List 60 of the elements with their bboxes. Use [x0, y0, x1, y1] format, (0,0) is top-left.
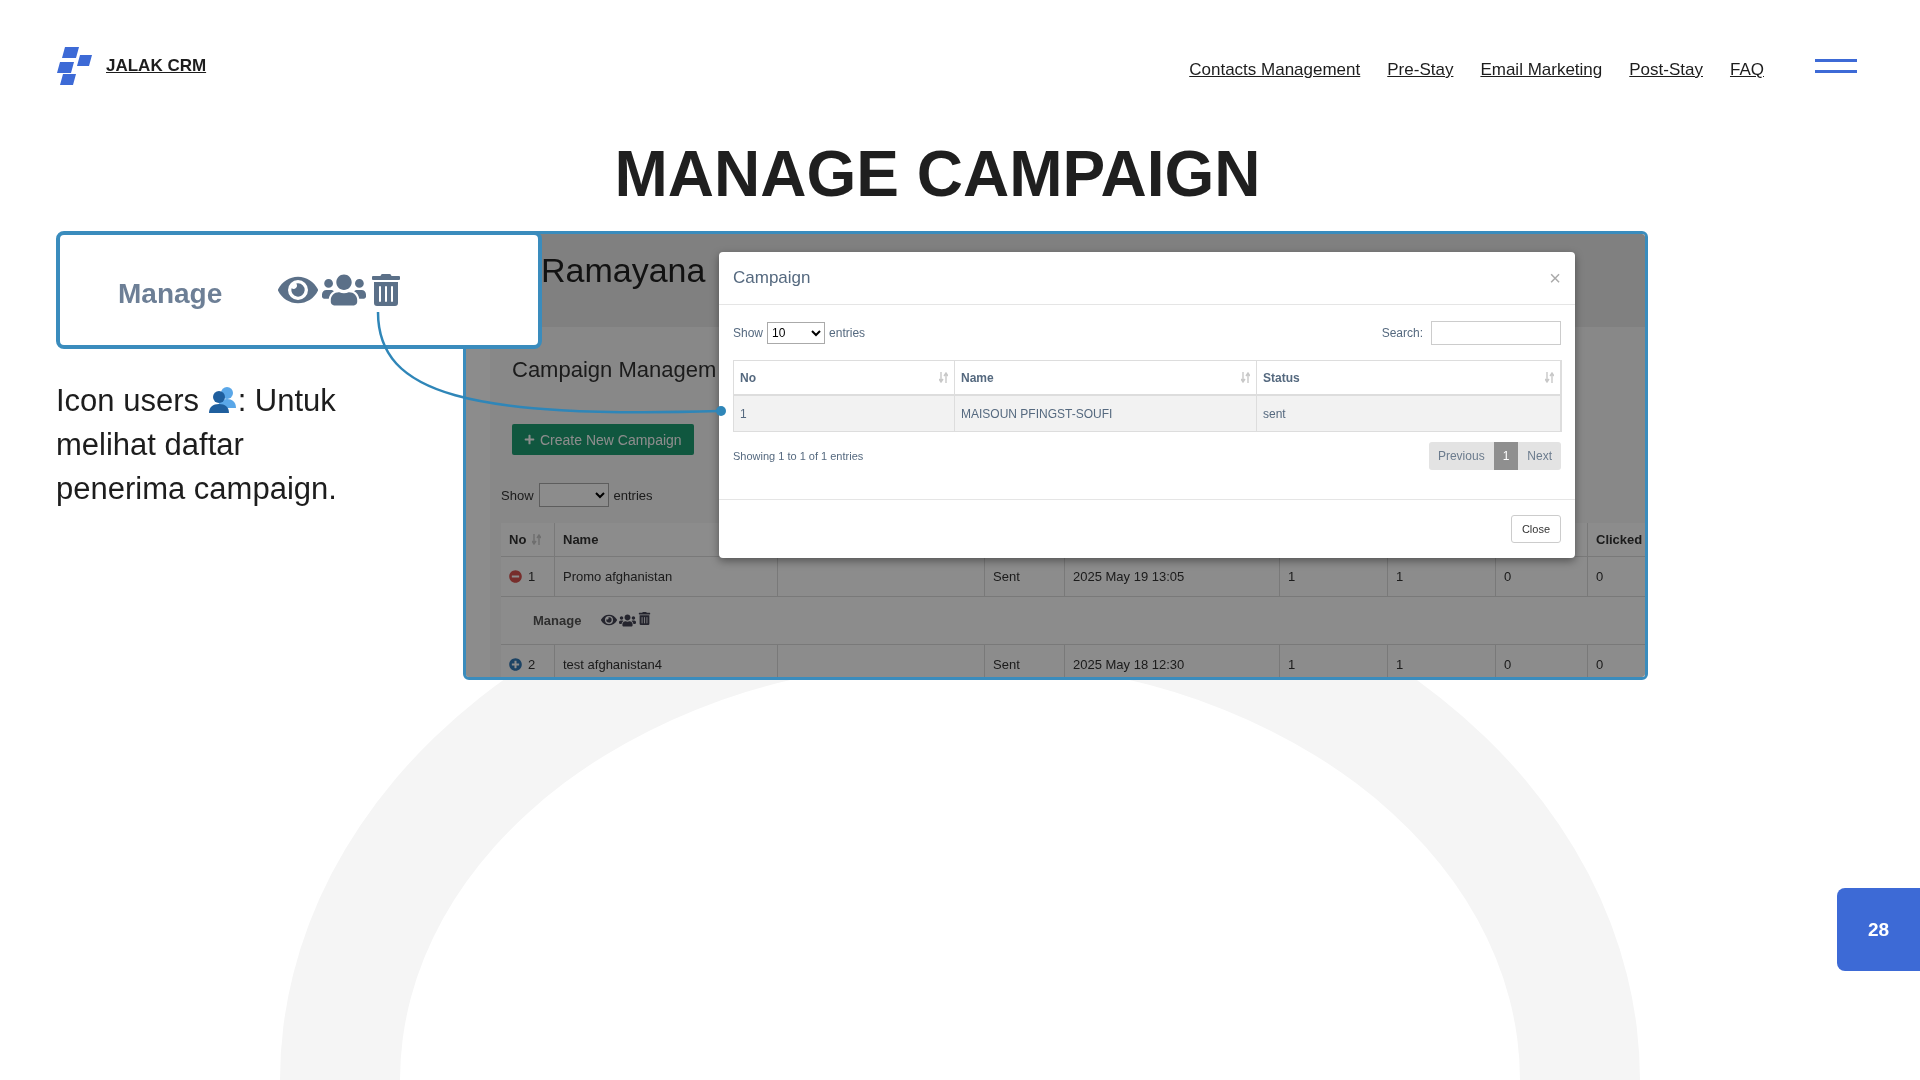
nav-link[interactable]: Pre-Stay — [1387, 52, 1454, 80]
sort-icon — [532, 534, 542, 545]
manage-label: Manage — [533, 613, 582, 628]
table-cell: 1 — [528, 569, 536, 584]
sort-icon — [939, 372, 948, 383]
page-button[interactable]: 1 — [1493, 442, 1519, 470]
table-info: Showing 1 to 1 of 1 entries — [733, 450, 864, 462]
caption-text: Icon users — [56, 383, 199, 418]
table-header[interactable]: Name — [955, 361, 1257, 394]
show-label: Show — [501, 487, 534, 503]
manage-label: Manage — [118, 278, 223, 310]
table-cell: test afghanistan4 — [555, 645, 778, 677]
page-button[interactable]: Next — [1518, 442, 1561, 470]
page-button[interactable]: Previous — [1428, 442, 1494, 470]
caption-text: : Untuk — [237, 383, 336, 418]
nav-link[interactable]: FAQ — [1730, 52, 1764, 80]
page-size-select[interactable]: 10 — [767, 322, 826, 344]
table-cell: 1 — [734, 396, 955, 431]
menu-icon[interactable] — [1815, 59, 1857, 73]
table-cell: 1 — [1280, 645, 1388, 677]
table-header[interactable]: Status — [1257, 361, 1561, 394]
brand-name[interactable]: JALAK CRM — [106, 56, 207, 76]
search-label: Search: — [1381, 326, 1423, 340]
entries-label: entries — [829, 326, 866, 340]
caption-text: melihat daftar penerima campaign. — [56, 426, 338, 508]
table-cell: 0 — [1496, 645, 1588, 677]
table-cell: 2 — [528, 657, 536, 672]
table-cell: MAISOUN PFINGST-SOUFI — [955, 396, 1257, 431]
table-cell: 0 — [1588, 557, 1645, 596]
logo-icon — [56, 47, 92, 85]
expand-icon[interactable] — [509, 658, 522, 671]
table-cell: Sent — [985, 645, 1065, 677]
collapse-icon[interactable] — [509, 570, 522, 583]
nav-link[interactable]: Contacts Management — [1189, 52, 1361, 80]
nav-link[interactable]: Post-Stay — [1629, 52, 1703, 80]
table-header[interactable]: No — [509, 532, 527, 547]
card-title: Campaign Managem — [512, 357, 717, 383]
page-title: MANAGE CAMPAIGN — [613, 142, 1262, 206]
eye-icon[interactable] — [601, 612, 618, 628]
search-field[interactable] — [1431, 321, 1561, 345]
trash-icon — [370, 274, 403, 306]
table-cell: 2025 May 18 12:30 — [1065, 645, 1280, 677]
plus-icon — [524, 434, 535, 445]
modal-title: Campaign — [733, 268, 811, 288]
table-cell: sent — [1257, 396, 1561, 431]
table-header[interactable]: No — [734, 361, 955, 394]
app-title: Ramayana — [541, 251, 706, 290]
users-icon — [207, 386, 238, 414]
page-number: 28 — [1837, 888, 1920, 971]
table-header[interactable]: Clicked — [1588, 523, 1645, 556]
table-cell: 0 — [1588, 645, 1645, 677]
table-cell: 1 — [1388, 645, 1496, 677]
nav-link[interactable]: Email Marketing — [1480, 52, 1603, 80]
trash-icon[interactable] — [638, 612, 652, 625]
show-label: Show — [733, 326, 764, 340]
close-button[interactable]: Close — [1510, 515, 1561, 543]
entries-label: entries — [613, 487, 653, 503]
sort-icon — [1545, 372, 1554, 383]
users-icon[interactable] — [619, 612, 637, 629]
sort-icon — [1241, 372, 1250, 383]
